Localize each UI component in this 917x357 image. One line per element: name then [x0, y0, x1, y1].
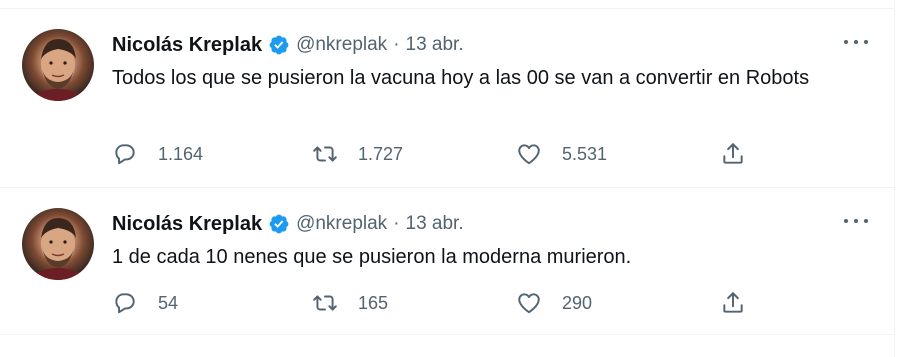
share-button[interactable] — [720, 139, 746, 169]
like-count: 290 — [562, 292, 593, 313]
tweet-date[interactable]: 13 abr. — [406, 213, 464, 235]
tweet-actions: 54 165 290 — [112, 288, 772, 318]
like-button[interactable]: 290 — [516, 288, 592, 318]
reply-button[interactable]: 54 — [112, 288, 178, 318]
tweet-text: Todos los que se pusieron la vacuna hoy … — [112, 67, 810, 89]
share-icon — [720, 290, 746, 316]
tweet-date[interactable]: 13 abr. — [406, 34, 464, 56]
tweet[interactable]: Nicolás Kreplak @nkreplak · 13 abr. Todo… — [0, 9, 894, 188]
author-handle[interactable]: @nkreplak — [296, 34, 387, 56]
separator: · — [393, 34, 400, 55]
heart-icon — [516, 141, 542, 167]
reply-count: 1.164 — [158, 143, 204, 164]
verified-badge-icon — [268, 34, 290, 56]
tweet-text: 1 de cada 10 nenes que se pusieron la mo… — [112, 246, 632, 268]
author-name[interactable]: Nicolás Kreplak — [112, 34, 262, 57]
more-options-icon[interactable] — [844, 35, 868, 49]
author-name[interactable]: Nicolás Kreplak — [112, 213, 262, 236]
retweet-button[interactable]: 1.727 — [312, 139, 403, 169]
retweet-count: 1.727 — [358, 143, 404, 164]
tweet-feed: Nicolás Kreplak @nkreplak · 13 abr. Todo… — [0, 0, 895, 357]
retweet-icon — [312, 290, 338, 316]
avatar[interactable] — [22, 208, 94, 280]
tweet[interactable]: Nicolás Kreplak @nkreplak · 13 abr. 1 de… — [0, 188, 894, 335]
like-count: 5.531 — [562, 143, 608, 164]
avatar[interactable] — [22, 29, 94, 101]
share-button[interactable] — [720, 288, 746, 318]
heart-icon — [516, 290, 542, 316]
reply-button[interactable]: 1.164 — [112, 139, 203, 169]
tweet-header: Nicolás Kreplak @nkreplak · 13 abr. — [112, 31, 464, 59]
retweet-icon — [312, 141, 338, 167]
reply-icon — [112, 141, 138, 167]
reply-icon — [112, 290, 138, 316]
retweet-button[interactable]: 165 — [312, 288, 388, 318]
like-button[interactable]: 5.531 — [516, 139, 607, 169]
author-handle[interactable]: @nkreplak — [296, 213, 387, 235]
share-icon — [720, 141, 746, 167]
retweet-count: 165 — [358, 292, 389, 313]
separator: · — [393, 213, 400, 234]
tweet-header: Nicolás Kreplak @nkreplak · 13 abr. — [112, 210, 464, 238]
more-options-icon[interactable] — [844, 214, 868, 228]
verified-badge-icon — [268, 213, 290, 235]
reply-count: 54 — [158, 292, 179, 313]
tweet-actions: 1.164 1.727 5.531 — [112, 139, 772, 169]
